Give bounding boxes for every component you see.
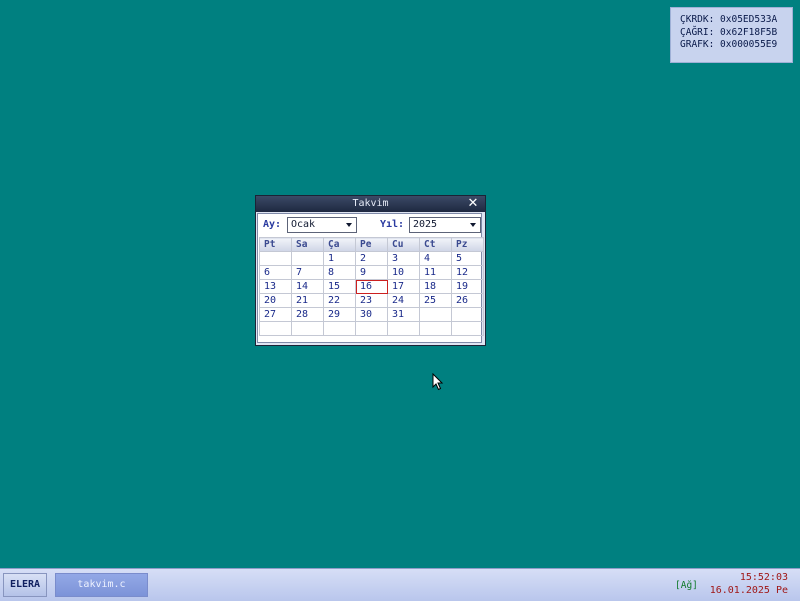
calendar-day[interactable]: 7 xyxy=(291,265,324,280)
clock: 15:52:03 16.01.2025 Pe xyxy=(710,572,788,597)
clock-time: 15:52:03 xyxy=(739,572,788,583)
calendar-grid: Pt Sa Ça Pe Cu Ct Pz 1 2 3 4 5 6 7 8 9 10 11 12 13 14… xyxy=(259,237,484,336)
debug-row-kernel: ÇKRDK: 0x05ED533A xyxy=(680,14,778,25)
calendar-day xyxy=(419,321,452,336)
clock-date: 16.01.2025 Pe xyxy=(709,584,788,596)
calendar-day xyxy=(451,307,484,322)
calendar-day[interactable]: 6 xyxy=(259,265,292,280)
calendar-week-row: 27 28 29 30 31 xyxy=(259,307,484,322)
taskbar-item-takvim[interactable]: takvim.c xyxy=(55,573,148,597)
calendar-day[interactable]: 1 xyxy=(323,251,356,266)
calendar-day xyxy=(451,321,484,336)
start-button[interactable]: ELERA xyxy=(3,573,47,597)
month-select[interactable]: Ocak xyxy=(287,217,357,233)
weekday-header: Ct xyxy=(419,237,452,252)
weekday-header: Sa xyxy=(291,237,324,252)
calendar-day[interactable]: 21 xyxy=(291,293,324,308)
calendar-day[interactable]: 3 xyxy=(387,251,420,266)
window-titlebar[interactable]: Takvim ✕ xyxy=(256,196,485,212)
year-select-value: 2025 xyxy=(413,219,438,230)
calendar-day xyxy=(355,321,388,336)
calendar-week-row: 13 14 15 16 17 18 19 xyxy=(259,279,484,294)
calendar-day xyxy=(323,321,356,336)
debug-row-calls: ÇAĞRI: 0x62F18F5B xyxy=(680,26,778,38)
weekday-header: Cu xyxy=(387,237,420,252)
calendar-day[interactable]: 17 xyxy=(387,279,420,294)
calendar-day[interactable]: 20 xyxy=(259,293,292,308)
calendar-day[interactable]: 18 xyxy=(419,279,452,294)
calendar-day[interactable]: 8 xyxy=(323,265,356,280)
calendar-days: 1 2 3 4 5 6 7 8 9 10 11 12 13 14 15 16 17 18 19 20 21 22 23 24 2… xyxy=(259,251,484,336)
calendar-day[interactable]: 28 xyxy=(291,307,324,322)
mouse-cursor-icon xyxy=(432,373,444,391)
month-select-value: Ocak xyxy=(291,219,316,230)
calendar-day[interactable]: 29 xyxy=(323,307,356,322)
weekday-header: Pt xyxy=(259,237,292,252)
calendar-day xyxy=(387,321,420,336)
debug-info-panel: ÇKRDK: 0x05ED533A ÇAĞRI: 0x62F18F5B GRAF… xyxy=(670,7,793,63)
weekday-header: Pe xyxy=(355,237,388,252)
calendar-day[interactable]: 19 xyxy=(451,279,484,294)
close-icon[interactable]: ✕ xyxy=(467,196,479,212)
weekday-header-row: Pt Sa Ça Pe Cu Ct Pz xyxy=(259,237,484,252)
calendar-day[interactable]: 5 xyxy=(451,251,484,266)
calendar-day xyxy=(291,251,324,266)
calendar-day[interactable]: 23 xyxy=(355,293,388,308)
weekday-header: Pz xyxy=(451,237,484,252)
network-status: [Ağ] xyxy=(675,580,698,591)
calendar-day[interactable]: 25 xyxy=(419,293,452,308)
calendar-day[interactable]: 22 xyxy=(323,293,356,308)
calendar-week-row xyxy=(259,321,484,336)
calendar-week-row: 6 7 8 9 10 11 12 xyxy=(259,265,484,280)
chevron-down-icon xyxy=(470,223,476,227)
calendar-day[interactable]: 24 xyxy=(387,293,420,308)
taskbar: ELERA takvim.c [Ağ] 15:52:03 16.01.2025 … xyxy=(0,568,800,601)
calendar-day[interactable]: 15 xyxy=(323,279,356,294)
calendar-day[interactable]: 26 xyxy=(451,293,484,308)
calendar-day[interactable]: 11 xyxy=(419,265,452,280)
chevron-down-icon xyxy=(346,223,352,227)
calendar-week-row: 20 21 22 23 24 25 26 xyxy=(259,293,484,308)
debug-row-graphics: GRAFK: 0x000055E9 xyxy=(680,39,778,50)
calendar-day[interactable]: 9 xyxy=(355,265,388,280)
window-title: Takvim xyxy=(352,198,389,209)
calendar-day xyxy=(259,251,292,266)
calendar-day xyxy=(259,321,292,336)
calendar-day xyxy=(291,321,324,336)
year-label: Yıl: xyxy=(380,219,405,230)
calendar-day[interactable]: 4 xyxy=(419,251,452,266)
calendar-week-row: 12345 xyxy=(259,251,484,266)
calendar-day[interactable]: 12 xyxy=(451,265,484,280)
calendar-day[interactable]: 2 xyxy=(355,251,388,266)
weekday-header: Ça xyxy=(323,237,356,252)
calendar-client-area: Ay: Ocak Yıl: 2025 Pt Sa Ça Pe Cu Ct Pz xyxy=(257,213,484,343)
calendar-day[interactable]: 31 xyxy=(387,307,420,322)
calendar-day xyxy=(419,307,452,322)
calendar-day-today[interactable]: 16 xyxy=(355,279,388,294)
calendar-window: Takvim ✕ Ay: Ocak Yıl: 2025 Pt Sa Ça Pe … xyxy=(255,195,486,346)
calendar-day[interactable]: 30 xyxy=(355,307,388,322)
calendar-day[interactable]: 13 xyxy=(259,279,292,294)
calendar-day[interactable]: 14 xyxy=(291,279,324,294)
calendar-day[interactable]: 27 xyxy=(259,307,292,322)
month-label: Ay: xyxy=(263,219,282,230)
year-select[interactable]: 2025 xyxy=(409,217,481,233)
calendar-day[interactable]: 10 xyxy=(387,265,420,280)
